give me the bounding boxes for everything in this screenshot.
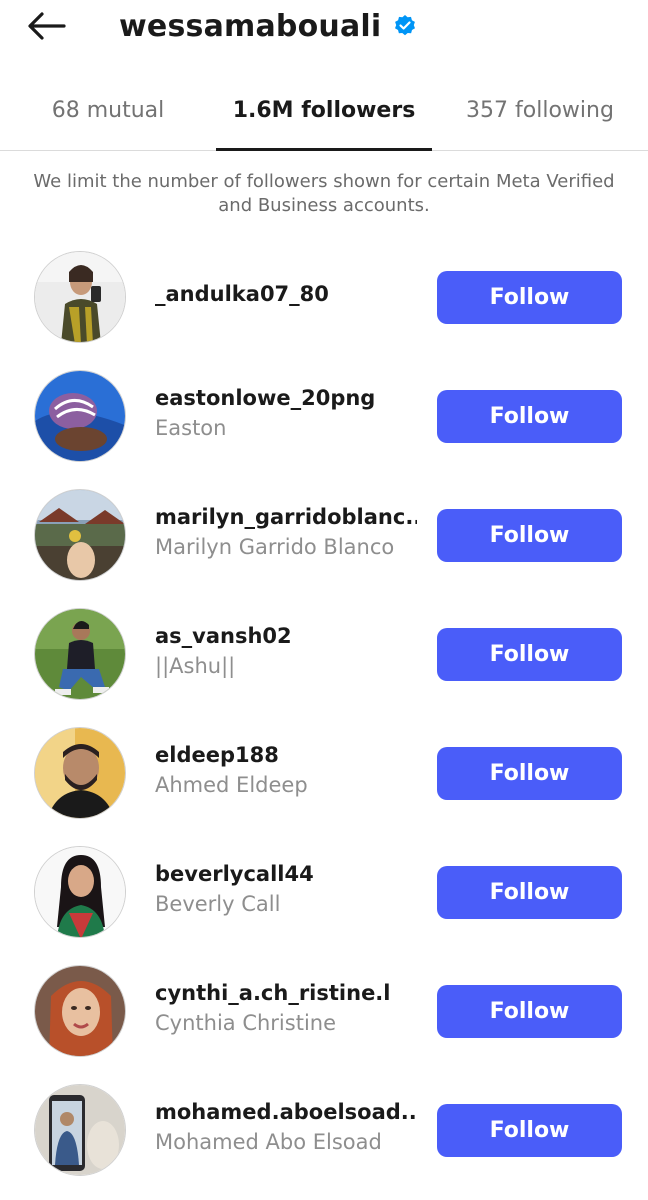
follower-limit-notice: We limit the number of followers shown f… bbox=[33, 171, 615, 216]
avatar[interactable] bbox=[34, 489, 126, 581]
follower-fullname: Marilyn Garrido Blanco bbox=[155, 535, 395, 559]
follower-fullname: ||Ashu|| bbox=[155, 654, 236, 678]
follower-names: _andulka07_80 bbox=[155, 280, 417, 308]
avatar[interactable] bbox=[34, 727, 126, 819]
follower-username[interactable]: eastonlowe_20png bbox=[155, 384, 417, 412]
follower-username[interactable]: beverlycall44 bbox=[155, 860, 417, 888]
follow-button[interactable]: Follow bbox=[437, 1104, 622, 1157]
follower-fullname: Beverly Call bbox=[155, 892, 281, 916]
header: wessamabouali bbox=[0, 0, 648, 52]
avatar[interactable] bbox=[34, 608, 126, 700]
follower-fullname: Mohamed Abo Elsoad bbox=[155, 1130, 382, 1154]
profile-title: wessamabouali bbox=[119, 4, 417, 48]
tab-mutual[interactable]: 68 mutual bbox=[0, 70, 216, 150]
follower-names: beverlycall44 Beverly Call bbox=[155, 860, 417, 918]
follower-username[interactable]: as_vansh02 bbox=[155, 622, 417, 650]
follow-button[interactable]: Follow bbox=[437, 747, 622, 800]
profile-username: wessamabouali bbox=[119, 8, 382, 44]
avatar[interactable] bbox=[34, 251, 126, 343]
follower-names: marilyn_garridoblanc... Marilyn Garrido … bbox=[155, 503, 417, 561]
follow-button[interactable]: Follow bbox=[437, 271, 622, 324]
follower-fullname: Ahmed Eldeep bbox=[155, 773, 308, 797]
list-item[interactable]: eldeep188 Ahmed Eldeep Follow bbox=[0, 726, 648, 826]
follow-tabs: 68 mutual 1.6M followers 357 following bbox=[0, 70, 648, 151]
follower-names: mohamed.aboelsoad.... Mohamed Abo Elsoad bbox=[155, 1098, 417, 1156]
follower-names: eastonlowe_20png Easton bbox=[155, 384, 417, 442]
follower-username[interactable]: marilyn_garridoblanc... bbox=[155, 503, 417, 531]
list-item[interactable]: as_vansh02 ||Ashu|| Follow bbox=[0, 607, 648, 707]
follower-names: cynthi_a.ch_ristine.l Cynthia Christine bbox=[155, 979, 417, 1037]
avatar[interactable] bbox=[34, 370, 126, 462]
follower-names: as_vansh02 ||Ashu|| bbox=[155, 622, 417, 680]
follow-button[interactable]: Follow bbox=[437, 985, 622, 1038]
list-item[interactable]: mohamed.aboelsoad.... Mohamed Abo Elsoad… bbox=[0, 1083, 648, 1183]
follower-fullname: Cynthia Christine bbox=[155, 1011, 337, 1035]
active-tab-indicator bbox=[216, 148, 432, 151]
verified-badge-icon bbox=[395, 15, 416, 36]
follower-names: eldeep188 Ahmed Eldeep bbox=[155, 741, 417, 799]
list-item[interactable]: beverlycall44 Beverly Call Follow bbox=[0, 845, 648, 945]
follow-button[interactable]: Follow bbox=[437, 390, 622, 443]
avatar[interactable] bbox=[34, 1084, 126, 1176]
avatar[interactable] bbox=[34, 846, 126, 938]
tab-following[interactable]: 357 following bbox=[432, 70, 648, 150]
list-item[interactable]: _andulka07_80 Follow bbox=[0, 250, 648, 350]
follow-button[interactable]: Follow bbox=[437, 866, 622, 919]
list-item[interactable]: cynthi_a.ch_ristine.l Cynthia Christine … bbox=[0, 964, 648, 1064]
tab-followers[interactable]: 1.6M followers bbox=[216, 70, 432, 150]
follower-username[interactable]: _andulka07_80 bbox=[155, 280, 417, 308]
follow-button[interactable]: Follow bbox=[437, 628, 622, 681]
list-item[interactable]: eastonlowe_20png Easton Follow bbox=[0, 369, 648, 469]
follower-username[interactable]: eldeep188 bbox=[155, 741, 417, 769]
list-item[interactable]: marilyn_garridoblanc... Marilyn Garrido … bbox=[0, 488, 648, 588]
avatar[interactable] bbox=[34, 965, 126, 1057]
follower-fullname: Easton bbox=[155, 416, 227, 440]
follower-username[interactable]: mohamed.aboelsoad.... bbox=[155, 1098, 417, 1126]
follow-button[interactable]: Follow bbox=[437, 509, 622, 562]
follower-username[interactable]: cynthi_a.ch_ristine.l bbox=[155, 979, 417, 1007]
arrow-left-icon bbox=[28, 12, 66, 40]
back-button[interactable] bbox=[24, 6, 68, 46]
